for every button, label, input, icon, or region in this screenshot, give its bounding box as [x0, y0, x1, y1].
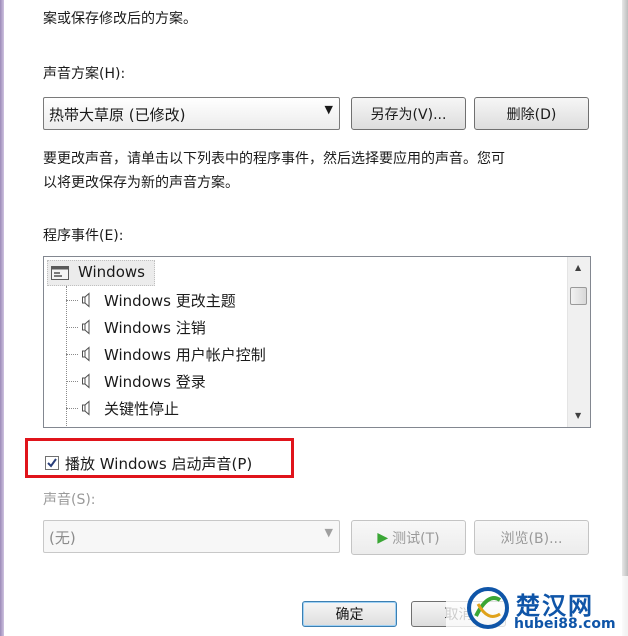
- sound-label: 声音(S):: [43, 492, 96, 508]
- sound-value: (无): [49, 529, 76, 547]
- watermark-domain: hubei88.com: [514, 616, 616, 632]
- event-item[interactable]: Windows 用户帐户控制: [44, 341, 564, 368]
- sound-dropdown[interactable]: (无) ▼: [43, 520, 340, 553]
- test-button[interactable]: ▶ 测试(T): [351, 520, 466, 555]
- event-item-label: Windows 更改主题: [104, 292, 236, 310]
- speaker-icon: [82, 292, 90, 308]
- speaker-icon: [82, 373, 90, 389]
- window-left-border: [0, 0, 4, 636]
- event-item-label: Windows 注销: [104, 319, 206, 337]
- startup-sound-label[interactable]: 播放 Windows 启动声音(P): [65, 453, 252, 474]
- window-right-border: [622, 0, 628, 636]
- delete-button[interactable]: 删除(D): [474, 97, 589, 130]
- speaker-icon: [82, 319, 90, 335]
- scroll-up-icon[interactable]: ▲: [575, 263, 581, 272]
- program-events-list[interactable]: Windows Windows 更改主题 Windows 注销 Windows …: [43, 256, 591, 428]
- play-icon: ▶: [377, 529, 389, 546]
- sound-scheme-dropdown[interactable]: 热带大草原 (已修改) ▼: [43, 97, 340, 130]
- event-item-label: Windows 用户帐户控制: [104, 346, 266, 364]
- ok-button[interactable]: 确定: [302, 601, 397, 627]
- vertical-scrollbar[interactable]: ▲ ▼: [567, 257, 590, 427]
- event-item-label: 关键性停止: [104, 400, 180, 418]
- scroll-down-icon[interactable]: ▼: [575, 411, 581, 420]
- startup-sound-checkbox[interactable]: [45, 456, 59, 470]
- speaker-icon: [82, 400, 90, 416]
- scrollbar-thumb[interactable]: [570, 287, 587, 305]
- checkmark-icon: [47, 458, 57, 468]
- event-item[interactable]: Windows 更改主题: [44, 287, 564, 314]
- description-line-2: 以将更改保存为新的声音方案。: [43, 175, 239, 191]
- intro-text: 案或保存修改后的方案。: [43, 11, 197, 27]
- program-window-icon: [51, 266, 69, 280]
- chevron-down-icon: ▼: [324, 526, 333, 539]
- speaker-icon: [82, 346, 90, 362]
- description-line-1: 要更改声音，请单击以下列表中的程序事件，然后选择要应用的声音。您可: [43, 151, 505, 167]
- save-as-button[interactable]: 另存为(V)...: [351, 97, 466, 130]
- tree-branch: [66, 381, 78, 382]
- program-events-label: 程序事件(E):: [43, 228, 124, 244]
- event-item[interactable]: Windows 注销: [44, 314, 564, 341]
- tree-branch: [66, 354, 78, 355]
- tree-root-label: Windows: [78, 263, 145, 281]
- event-item-label: Windows 登录: [104, 373, 206, 391]
- tree-root-windows[interactable]: Windows: [44, 260, 564, 287]
- chevron-down-icon: ▼: [324, 103, 333, 116]
- watermark-logo-icon: [467, 587, 509, 629]
- sound-scheme-value: 热带大草原 (已修改): [49, 106, 186, 124]
- intro-text-cut-line: [43, 0, 583, 3]
- test-button-label: 测试(T): [392, 530, 440, 547]
- tree-branch: [66, 327, 78, 328]
- event-item[interactable]: 关键性停止: [44, 395, 564, 422]
- event-item[interactable]: Windows 登录: [44, 368, 564, 395]
- tree-branch: [66, 300, 78, 301]
- sound-scheme-label: 声音方案(H):: [43, 66, 126, 82]
- tree-branch: [66, 408, 78, 409]
- browse-button[interactable]: 浏览(B)...: [474, 520, 589, 555]
